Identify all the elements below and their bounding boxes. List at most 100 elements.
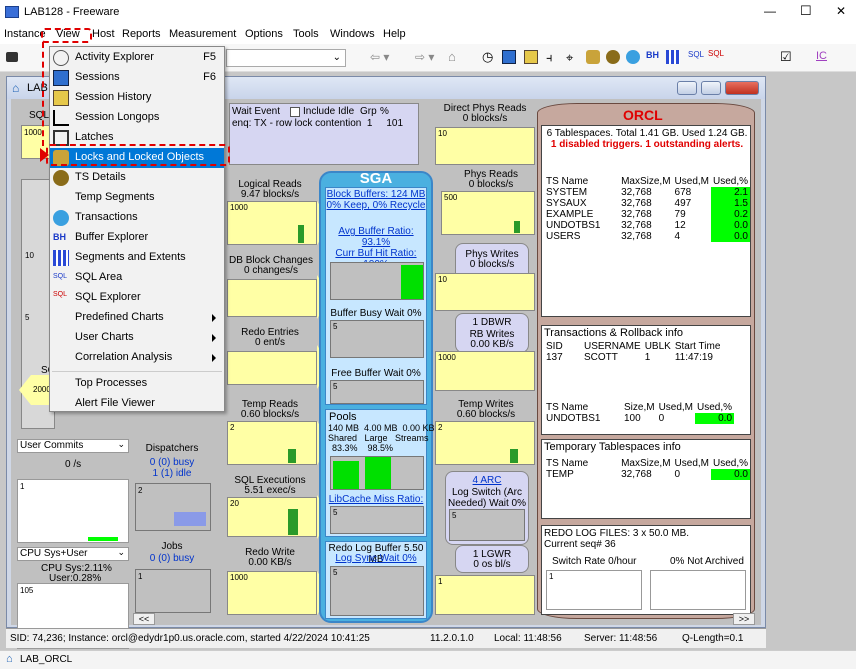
arc-link[interactable]: 4 ARC <box>445 475 529 486</box>
free-buffer-label: Free Buffer Wait 0% <box>331 368 421 379</box>
avg-buffer-link[interactable]: Avg Buffer Ratio: 93.1% <box>326 226 426 248</box>
db-block-changes-chart[interactable] <box>227 279 317 317</box>
menu-instance[interactable]: Instance <box>4 28 46 40</box>
status-version: 11.2.0.1.0 <box>430 633 474 644</box>
table-row[interactable]: USERS 32,768 4 0.0 <box>544 231 750 242</box>
sql-exec-chart[interactable]: 20 <box>227 497 317 537</box>
cell: 11:47:19 <box>674 352 713 363</box>
menu-item-buffer-explorer[interactable]: BH Buffer Explorer <box>50 228 224 248</box>
logical-reads-chart[interactable]: 1000 <box>227 201 317 245</box>
col-header: Used,% <box>697 402 733 413</box>
block-buffers-link[interactable]: Block Buffers: 124 MB <box>326 189 426 200</box>
cell: EXAMPLE <box>546 209 594 220</box>
rb-writes-chart[interactable]: 1000 <box>435 351 535 391</box>
phys-reads-chart[interactable]: 500 <box>441 191 535 235</box>
scale-label: 10 <box>438 275 447 284</box>
child-minimize-button[interactable] <box>677 81 697 95</box>
temp-writes-chart[interactable]: 2 <box>435 421 535 465</box>
cell: TEMP <box>546 469 574 480</box>
cpu-label: CPU Sys+User <box>20 548 88 559</box>
longops-toolbar-icon[interactable]: ⫞ <box>546 50 553 66</box>
menu-item-user-charts[interactable]: User Charts <box>50 328 224 348</box>
table-row[interactable]: UNDOTBS1 32,768 12 0.0 <box>544 220 750 231</box>
lock-toolbar-icon[interactable] <box>586 50 600 64</box>
child-close-button[interactable] <box>725 81 759 95</box>
menu-item-segments[interactable]: Segments and Extents <box>50 248 224 268</box>
tablespaces-table: TS Name MaxSize,M Used,M Used,% SYSTEM 32,76… <box>544 176 750 242</box>
latch-toolbar-icon[interactable]: ⌖ <box>566 50 573 66</box>
view-menu-highlight <box>41 28 92 43</box>
table-row[interactable]: 137 SCOTT 1 11:47:19 <box>544 352 722 363</box>
redo-entries-chart[interactable] <box>227 351 317 385</box>
include-idle-checkbox[interactable] <box>290 107 300 117</box>
redo-log-panel: REDO LOG FILES: 3 x 50.0 MB. Current seq… <box>541 525 751 615</box>
title-bar: LAB128 - Freeware — ☐ ✕ <box>0 0 856 26</box>
table-row[interactable]: SYSTEM 32,768 678 2.1 <box>544 187 750 198</box>
log-sync-link[interactable]: Log Sync Wait 0% <box>326 553 426 564</box>
taskbar-item-lab-orcl[interactable]: LAB_ORCL <box>20 654 72 665</box>
menu-item-sessions[interactable]: Sessions F6 <box>50 68 224 88</box>
menu-item-session-history[interactable]: Session History <box>50 88 224 108</box>
menu-item-alert-file[interactable]: Alert File Viewer <box>50 394 224 414</box>
back-icon[interactable]: ⇦ ▾ <box>370 50 389 64</box>
minimize-button[interactable]: — <box>764 4 776 18</box>
transactions-icon <box>53 210 69 226</box>
keep-recycle-link[interactable]: 0% Keep, 0% Recycle <box>326 200 426 211</box>
transactions-toolbar-icon[interactable] <box>626 50 640 64</box>
scroll-left-button[interactable]: << <box>133 613 155 625</box>
segments-toolbar-icon[interactable] <box>666 50 680 64</box>
home-icon: ⌂ <box>6 653 13 665</box>
checklist-icon[interactable]: ☑ <box>780 49 792 65</box>
table-row[interactable]: EXAMPLE 32,768 79 0.2 <box>544 209 750 220</box>
phys-writes-chart[interactable]: 10 <box>435 273 535 311</box>
menu-item-sql-area[interactable]: SQL SQL Area <box>50 268 224 288</box>
scroll-right-button[interactable]: >> <box>733 613 755 625</box>
forward-icon[interactable]: ⇨ ▾ <box>415 50 434 64</box>
user-commits-combo[interactable]: User Commits ⌄ <box>17 439 129 453</box>
menu-host[interactable]: Host <box>92 28 115 40</box>
lgwr-chart[interactable]: 1 <box>435 575 535 615</box>
menu-item-predefined-charts[interactable]: Predefined Charts <box>50 308 224 328</box>
activity-toolbar-icon[interactable] <box>502 50 516 64</box>
menu-item-sql-explorer[interactable]: SQL SQL Explorer <box>50 288 224 308</box>
menu-tools[interactable]: Tools <box>293 28 319 40</box>
wait-row[interactable]: enq: TX - row lock contention 1 101 <box>232 118 403 129</box>
temp-writes-value: 0.60 blocks/s <box>456 409 516 420</box>
menu-windows[interactable]: Windows <box>330 28 375 40</box>
table-row[interactable]: SYSAUX 32,768 497 1.5 <box>544 198 750 209</box>
table-row[interactable]: TEMP 32,768 0 0.0 <box>544 469 750 480</box>
table-row[interactable]: UNDOTBS1 100 0 0.0 <box>544 413 735 424</box>
cpu-combo[interactable]: CPU Sys+User ⌄ <box>17 547 129 561</box>
direct-phys-reads-chart[interactable]: 10 <box>435 127 535 165</box>
menu-item-temp-segments[interactable]: Temp Segments <box>50 188 224 208</box>
menu-reports[interactable]: Reports <box>122 28 161 40</box>
menu-options[interactable]: Options <box>245 28 283 40</box>
menu-measurement[interactable]: Measurement <box>169 28 236 40</box>
menu-item-activity-explorer[interactable]: Activity Explorer F5 <box>50 48 224 68</box>
menu-help[interactable]: Help <box>383 28 406 40</box>
sql-explorer-toolbar-icon[interactable]: SQL <box>708 49 724 58</box>
dispatchers-chart[interactable]: 2 <box>135 483 211 531</box>
menu-item-transactions[interactable]: Transactions <box>50 208 224 228</box>
menu-item-ts-details[interactable]: TS Details <box>50 168 224 188</box>
redo-write-chart[interactable]: 1000 <box>227 571 317 615</box>
sessions-toolbar-icon[interactable] <box>524 50 538 64</box>
instance-combo[interactable]: ⌄ <box>226 49 346 67</box>
close-button[interactable]: ✕ <box>836 4 846 18</box>
dispatchers-label: Dispatchers <box>145 443 199 454</box>
ic-icon[interactable]: IC <box>816 50 827 62</box>
maximize-button[interactable]: ☐ <box>800 3 812 19</box>
sql-toolbar-icon[interactable]: SQL <box>688 50 704 59</box>
menu-bar: Instance View Host Reports Measurement O… <box>0 26 856 44</box>
bh-toolbar-icon[interactable]: BH <box>646 50 659 60</box>
temp-reads-chart[interactable]: 2 <box>227 421 317 465</box>
clock-icon[interactable]: ◷ <box>482 49 493 65</box>
jobs-chart[interactable]: 1 <box>135 569 211 613</box>
connect-icon[interactable] <box>6 52 18 62</box>
ts-toolbar-icon[interactable] <box>606 50 620 64</box>
home-icon[interactable]: ⌂ <box>448 49 456 64</box>
menu-item-top-processes[interactable]: Top Processes <box>50 374 224 394</box>
menu-item-session-longops[interactable]: Session Longops <box>50 108 224 128</box>
menu-item-correlation[interactable]: Correlation Analysis <box>50 348 224 368</box>
child-restore-button[interactable] <box>701 81 721 95</box>
